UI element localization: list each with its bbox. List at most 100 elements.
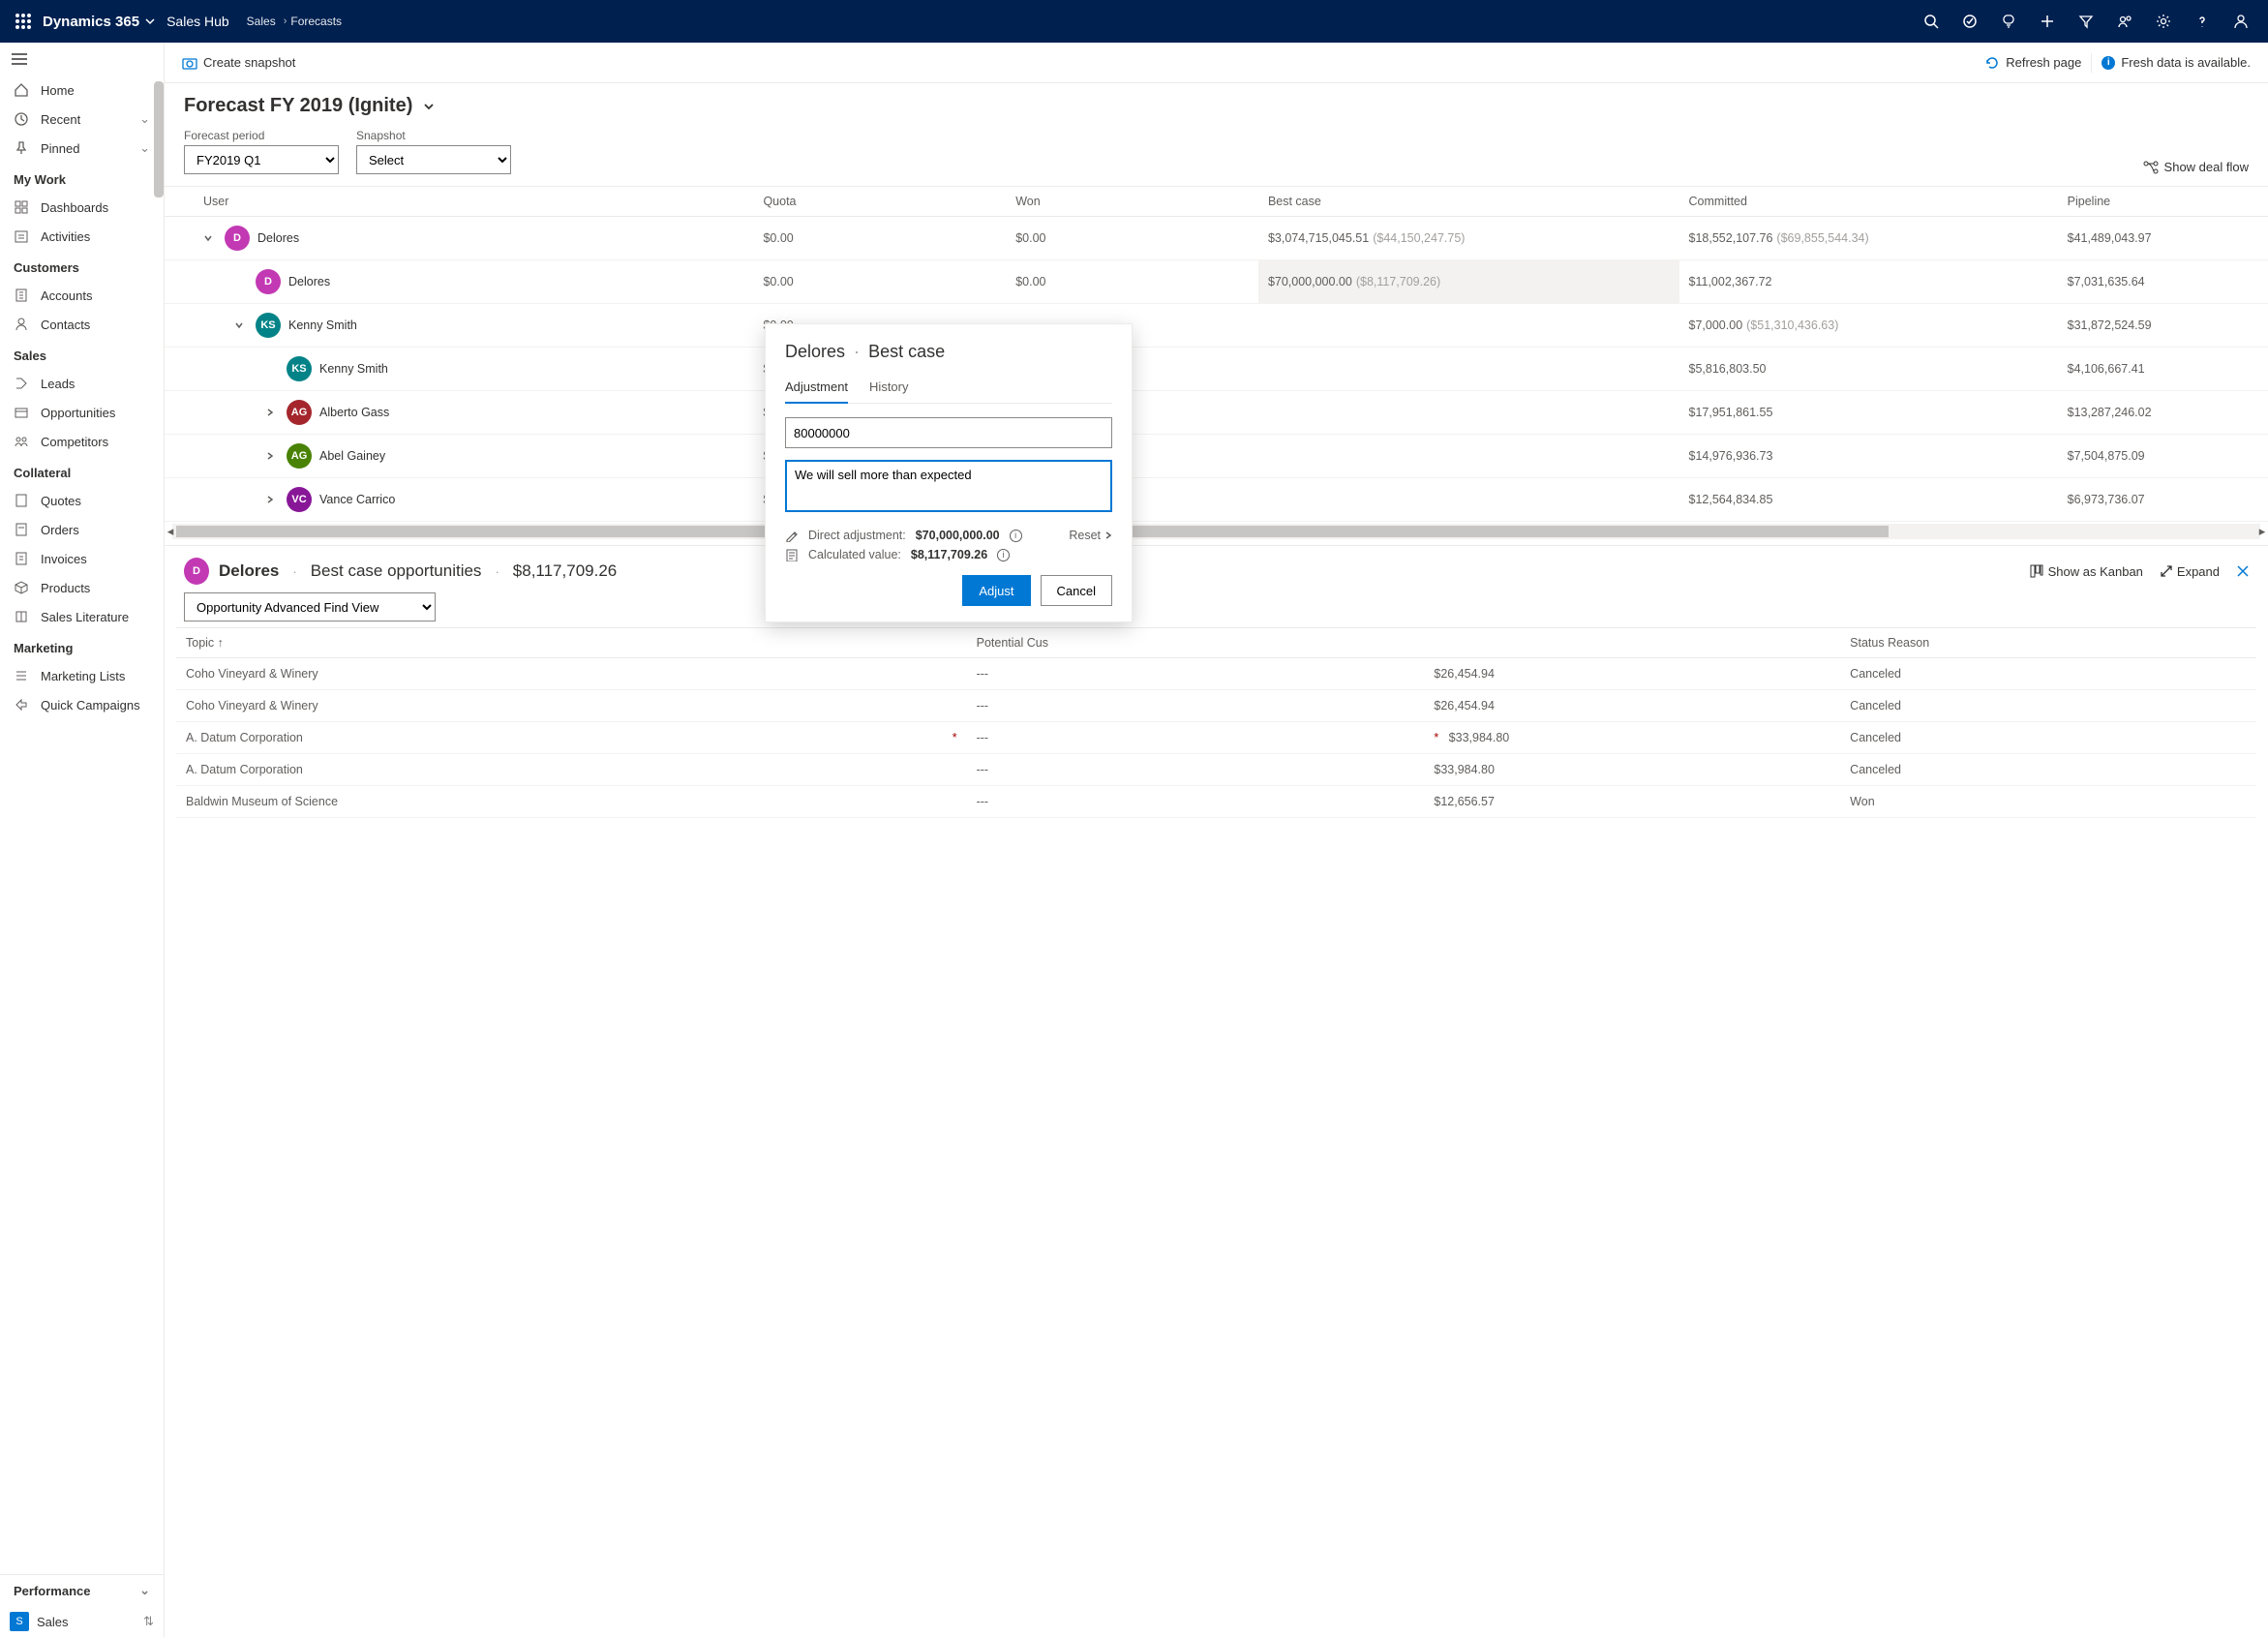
- adjustment-note-input[interactable]: [785, 460, 1112, 512]
- table-row[interactable]: Coho Vineyard & Winery --- $26,454.94 Ca…: [176, 690, 2256, 722]
- view-select[interactable]: Opportunity Advanced Find View: [184, 592, 436, 621]
- table-row[interactable]: DDelores $0.00 $0.00 $70,000,000.00($8,1…: [165, 260, 2268, 304]
- app-name[interactable]: Sales Hub: [166, 14, 229, 29]
- lightbulb-icon[interactable]: [1989, 0, 2028, 43]
- cell-pipeline: $7,031,635.64: [2058, 260, 2268, 304]
- col-user[interactable]: User: [165, 187, 753, 217]
- close-icon[interactable]: [2237, 565, 2249, 577]
- nav-orders[interactable]: Orders: [0, 515, 164, 544]
- nav-activities[interactable]: Activities: [0, 222, 164, 251]
- table-row[interactable]: Baldwin Museum of Science --- $12,656.57…: [176, 786, 2256, 818]
- cell-best[interactable]: [1258, 478, 1679, 522]
- table-row[interactable]: A. Datum Corporation * --- * $33,984.80 …: [176, 722, 2256, 754]
- table-row[interactable]: AGAlberto Gass $0.00 $17,951,861.55 $13,…: [165, 391, 2268, 435]
- user-name: Abel Gainey: [319, 449, 385, 463]
- table-row[interactable]: AGAbel Gainey $0.00 $14,976,936.73 $7,50…: [165, 435, 2268, 478]
- expand-icon[interactable]: [265, 495, 279, 504]
- col-customer[interactable]: Potential Cus: [967, 628, 1425, 658]
- period-select[interactable]: FY2019 Q1: [184, 145, 339, 174]
- search-icon[interactable]: [1912, 0, 1950, 43]
- nav-pinned[interactable]: Pinned⌄: [0, 134, 164, 163]
- area-switcher[interactable]: S Sales ⇅: [0, 1606, 164, 1637]
- help-icon[interactable]: [2183, 0, 2222, 43]
- cell-best[interactable]: $3,074,715,045.51($44,150,247.75): [1258, 217, 1679, 260]
- add-icon[interactable]: [2028, 0, 2067, 43]
- col-topic[interactable]: Topic ↑: [176, 628, 967, 658]
- nav-marketing-lists[interactable]: Marketing Lists: [0, 661, 164, 690]
- chevron-down-icon[interactable]: [422, 100, 436, 113]
- expand-icon[interactable]: [203, 233, 217, 243]
- cancel-button[interactable]: Cancel: [1041, 575, 1112, 606]
- col-pipeline[interactable]: Pipeline: [2058, 187, 2268, 217]
- table-row[interactable]: DDelores $0.00 $0.00 $3,074,715,045.51($…: [165, 217, 2268, 260]
- create-snapshot-button[interactable]: Create snapshot: [182, 55, 295, 70]
- refresh-button[interactable]: Refresh page: [1984, 55, 2081, 71]
- nav-competitors[interactable]: Competitors: [0, 427, 164, 456]
- people-icon[interactable]: [2105, 0, 2144, 43]
- adjustment-value-input[interactable]: [785, 417, 1112, 448]
- table-row[interactable]: A. Datum Corporation --- $33,984.80 Canc…: [176, 754, 2256, 786]
- nav-group-performance[interactable]: Performance⌄: [0, 1575, 164, 1606]
- cell-best[interactable]: $70,000,000.00($8,117,709.26): [1258, 260, 1679, 304]
- nav-saleslit[interactable]: Sales Literature: [0, 602, 164, 631]
- nav-quick-campaigns[interactable]: Quick Campaigns: [0, 690, 164, 719]
- detail-user: Delores: [219, 561, 279, 581]
- nav-recent[interactable]: Recent⌄: [0, 105, 164, 134]
- brand-label[interactable]: Dynamics 365: [43, 14, 139, 30]
- nav-contacts[interactable]: Contacts: [0, 310, 164, 339]
- sidebar-scrollbar[interactable]: [154, 81, 164, 197]
- cell-best[interactable]: [1258, 435, 1679, 478]
- page-title: Forecast FY 2019 (Ignite): [184, 95, 412, 117]
- nav-products[interactable]: Products: [0, 573, 164, 602]
- nav-leads[interactable]: Leads: [0, 369, 164, 398]
- app-launcher-icon[interactable]: [8, 6, 39, 37]
- expand-button[interactable]: Expand: [2161, 564, 2220, 579]
- avatar: AG: [287, 443, 312, 469]
- table-row[interactable]: Coho Vineyard & Winery --- $26,454.94 Ca…: [176, 658, 2256, 690]
- breadcrumb-forecasts[interactable]: Forecasts: [290, 15, 342, 28]
- breadcrumb-sales[interactable]: Sales: [247, 15, 276, 28]
- nav-invoices[interactable]: Invoices: [0, 544, 164, 573]
- cell-quota: $0.00: [753, 260, 1006, 304]
- table-row[interactable]: KSKenny Smith $0.00 $7,000.00($51,310,43…: [165, 304, 2268, 348]
- info-icon[interactable]: i: [997, 549, 1010, 561]
- task-icon[interactable]: [1950, 0, 1989, 43]
- col-best[interactable]: Best case: [1258, 187, 1679, 217]
- filter-icon[interactable]: [2067, 0, 2105, 43]
- table-row[interactable]: KSKenny Smith $0.00 $5,816,803.50 $4,106…: [165, 348, 2268, 391]
- nav-dashboards[interactable]: Dashboards: [0, 193, 164, 222]
- table-row[interactable]: VCVance Carrico $0.00 $12,564,834.85 $6,…: [165, 478, 2268, 522]
- chevron-down-icon[interactable]: [145, 16, 155, 26]
- col-committed[interactable]: Committed: [1679, 187, 2058, 217]
- info-icon[interactable]: i: [1010, 530, 1022, 542]
- show-kanban-button[interactable]: Show as Kanban: [2030, 564, 2143, 579]
- chevron-down-icon: ⌄: [139, 1583, 150, 1598]
- col-won[interactable]: Won: [1006, 187, 1258, 217]
- nav-opportunities[interactable]: Opportunities: [0, 398, 164, 427]
- nav-group-marketing: Marketing: [0, 631, 164, 661]
- cell-customer: ---: [967, 722, 1425, 754]
- expand-icon[interactable]: [265, 451, 279, 461]
- snapshot-select[interactable]: Select: [356, 145, 511, 174]
- nav-accounts[interactable]: Accounts: [0, 281, 164, 310]
- tab-history[interactable]: History: [869, 376, 908, 403]
- grid-hscroll[interactable]: ◂▸: [172, 524, 2260, 539]
- cell-best[interactable]: [1258, 348, 1679, 391]
- adjust-button[interactable]: Adjust: [962, 575, 1030, 606]
- expand-icon[interactable]: [234, 320, 248, 330]
- expand-icon[interactable]: [265, 408, 279, 417]
- cell-best[interactable]: [1258, 391, 1679, 435]
- col-quota[interactable]: Quota: [753, 187, 1006, 217]
- nav-home[interactable]: Home: [0, 76, 164, 105]
- tab-adjustment[interactable]: Adjustment: [785, 376, 848, 404]
- nav-quotes[interactable]: Quotes: [0, 486, 164, 515]
- cell-best[interactable]: [1258, 304, 1679, 348]
- user-icon[interactable]: [2222, 0, 2260, 43]
- reset-button[interactable]: Reset: [1069, 529, 1112, 542]
- col-status[interactable]: Status Reason: [1840, 628, 2256, 658]
- hamburger-icon[interactable]: [0, 43, 164, 76]
- col-revenue[interactable]: [1424, 628, 1840, 658]
- show-deal-flow-button[interactable]: Show deal flow: [2143, 160, 2249, 174]
- cell-committed: $12,564,834.85: [1679, 478, 2058, 522]
- gear-icon[interactable]: [2144, 0, 2183, 43]
